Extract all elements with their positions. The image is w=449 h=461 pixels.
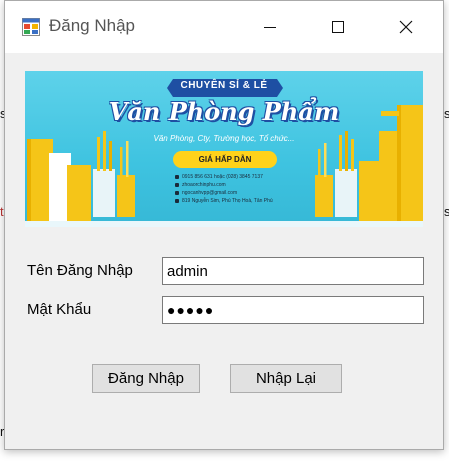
banner-subtitle: Văn Phòng, Cty, Trường học, Tổ chức... [153,134,295,143]
username-label: Tên Đăng Nhập [27,262,133,279]
close-icon [399,20,413,34]
web-icon [175,183,179,187]
banner-contacts: 0915 856 631 hoặc (028) 3845 7137 zhoaor… [175,173,305,205]
close-button[interactable] [383,1,429,53]
maximize-button[interactable] [315,1,361,53]
password-field[interactable]: ●●●●● [162,296,424,324]
banner-image: CHUYÊN SỈ & LẺ Văn Phòng Phẩm Văn Phòng,… [25,71,423,227]
email-icon [175,191,179,195]
banner-badge: GIÁ HẤP DẪN [173,151,277,168]
username-field[interactable]: admin [162,257,424,285]
banner-contact-line: zhoaorchinphu.com [175,181,305,189]
window-title: Đăng Nhập [49,16,136,35]
password-label: Mật Khẩu [27,301,92,318]
maximize-icon [332,21,344,33]
reset-button[interactable]: Nhập Lại [230,364,342,393]
banner-headline: CHUYÊN SỈ & LẺ [180,80,268,91]
background-text-fragment: s [444,106,449,121]
banner-shelf [25,221,423,227]
banner-title: Văn Phòng Phẩm [108,97,340,126]
username-value: admin [167,262,208,280]
password-mask: ●●●●● [167,302,215,318]
login-button[interactable]: Đăng Nhập [92,364,200,393]
title-bar[interactable]: Đăng Nhập [5,1,443,53]
background-text-fragment: s [444,204,449,219]
login-window: Đăng Nhập CHUYÊN SỈ & LẺ Văn Phòng Phẩm … [4,0,444,450]
banner-contact-line: 0915 856 631 hoặc (028) 3845 7137 [175,173,305,181]
minimize-icon [264,26,276,28]
forms-app-icon[interactable] [22,18,40,36]
banner-contact-line: 819 Nguyễn Sim, Phú Thọ Hoà, Tân Phú [175,197,305,205]
minimize-button[interactable] [247,1,293,53]
location-icon [175,199,179,203]
phone-icon [175,175,179,179]
banner-contact-line: ngocanhvpp@gmail.com [175,189,305,197]
